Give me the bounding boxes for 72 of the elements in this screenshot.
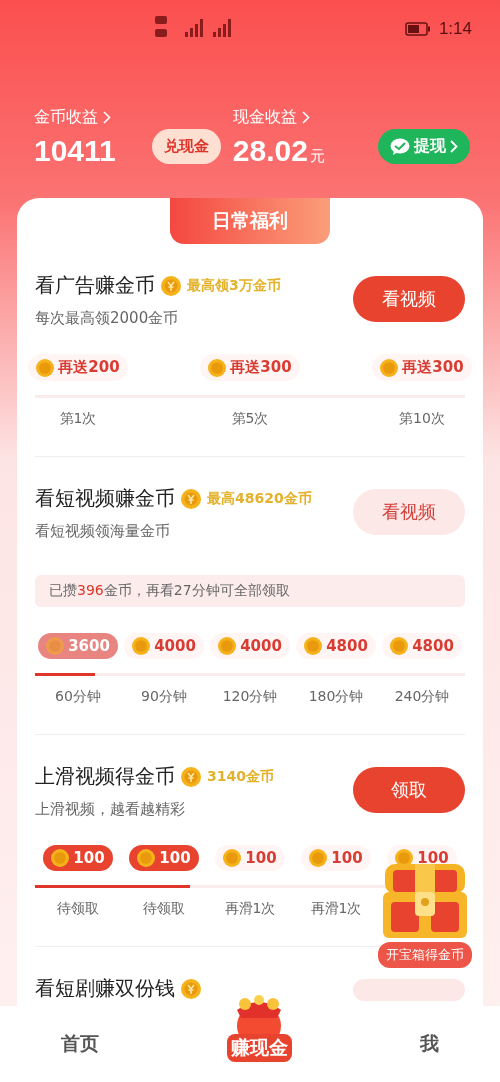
reward-pill: 4800 bbox=[382, 633, 462, 659]
milestone-caption: 90分钟 bbox=[141, 688, 187, 706]
task-description: 每次最高领2000金币 bbox=[35, 309, 180, 328]
reward-label: 最高领3万金币 bbox=[187, 276, 281, 295]
coin-icon bbox=[137, 849, 156, 867]
reward-label: 3140金币 bbox=[207, 767, 274, 786]
milestone-caption: 240分钟 bbox=[394, 688, 450, 706]
reward-pill: 100 bbox=[129, 845, 199, 871]
task-title: 上滑视频得金币 bbox=[35, 763, 175, 790]
chevron-right-icon bbox=[450, 140, 458, 153]
coin-icon bbox=[51, 849, 70, 867]
task-button[interactable]: 看视频 bbox=[353, 276, 465, 322]
treasure-chest-label[interactable]: 开宝箱得金币 bbox=[378, 942, 472, 968]
coin-icon bbox=[309, 849, 328, 867]
reward-pill: 4000 bbox=[124, 633, 204, 659]
coin-icon bbox=[223, 849, 242, 867]
reward-pill: 4000 bbox=[210, 633, 290, 659]
milestone-caption: 第5次 bbox=[231, 410, 269, 428]
coin-icon bbox=[218, 637, 237, 655]
milestone-caption: 120分钟 bbox=[222, 688, 278, 706]
coin-icon bbox=[390, 637, 409, 655]
coin-icon bbox=[132, 637, 151, 655]
chevron-right-icon bbox=[103, 111, 111, 124]
task-title: 看短视频赚金币 bbox=[35, 485, 175, 512]
coin-balance: 10411 bbox=[34, 134, 116, 168]
milestone-caption: 第10次 bbox=[399, 410, 445, 428]
coin-icon bbox=[46, 637, 65, 655]
section-title: 日常福利 bbox=[170, 198, 330, 244]
reward-label: 最高48620金币 bbox=[207, 489, 312, 508]
task-title: 看广告赚金币 bbox=[35, 272, 155, 299]
reward-pill: 100 bbox=[301, 845, 371, 871]
reward-pill: 100 bbox=[215, 845, 285, 871]
reward-pill: 再送200 bbox=[28, 354, 128, 381]
exchange-button[interactable]: 兑现金 bbox=[151, 129, 221, 164]
battery-icon bbox=[404, 22, 431, 36]
milestone-caption: 待领取 bbox=[143, 900, 185, 918]
reward-pill: 3600 bbox=[38, 633, 118, 659]
reward-pill: 再送300 bbox=[372, 354, 472, 381]
cash-balance: 28.02 bbox=[232, 134, 308, 168]
reward-pill: 4800 bbox=[296, 633, 376, 659]
milestone-caption: 180分钟 bbox=[308, 688, 364, 706]
coin-icon bbox=[380, 358, 399, 377]
coin-icon bbox=[208, 358, 227, 377]
task-description: 看短视频领海量金币 bbox=[35, 522, 171, 541]
cash-earnings-link[interactable]: 现金收益 bbox=[232, 107, 297, 128]
reward-pill: 100 bbox=[43, 845, 113, 871]
milestone-caption: 待领取 bbox=[57, 900, 99, 918]
task-description: 上滑视频，越看越精彩 bbox=[35, 800, 186, 819]
coin-icon bbox=[181, 488, 201, 509]
milestone-caption: 再滑1次 bbox=[224, 900, 276, 918]
reward-pill: 再送300 bbox=[200, 354, 300, 381]
chevron-right-icon bbox=[301, 111, 310, 124]
coin-icon bbox=[181, 766, 201, 787]
coin-earnings-link[interactable]: 金币收益 bbox=[34, 107, 98, 128]
milestone-caption: 60分钟 bbox=[55, 688, 101, 706]
coin-icon bbox=[161, 275, 181, 296]
coin-icon bbox=[36, 358, 55, 377]
clock-time: 1:14 bbox=[438, 19, 472, 39]
nav-tab[interactable]: 赚现金 bbox=[214, 996, 305, 1072]
progress-notice: 已攒396金币，再看27分钟可全部领取 bbox=[35, 575, 465, 607]
task-button[interactable]: 领取 bbox=[353, 767, 465, 813]
nav-tab[interactable]: 我 bbox=[414, 1030, 446, 1058]
nav-tab[interactable]: 首页 bbox=[54, 1030, 105, 1058]
currency-unit: 元 bbox=[309, 147, 325, 166]
chat-bubble-icon bbox=[390, 137, 410, 156]
milestone-caption: 再滑1次 bbox=[310, 900, 362, 918]
milestone-caption: 第1次 bbox=[59, 410, 97, 428]
task-title: 看短剧赚双份钱 bbox=[35, 975, 175, 1002]
withdraw-button[interactable]: 提现 bbox=[378, 129, 470, 164]
coin-icon bbox=[181, 978, 201, 999]
task-button[interactable]: 看视频 bbox=[353, 489, 465, 535]
coin-icon bbox=[304, 637, 323, 655]
